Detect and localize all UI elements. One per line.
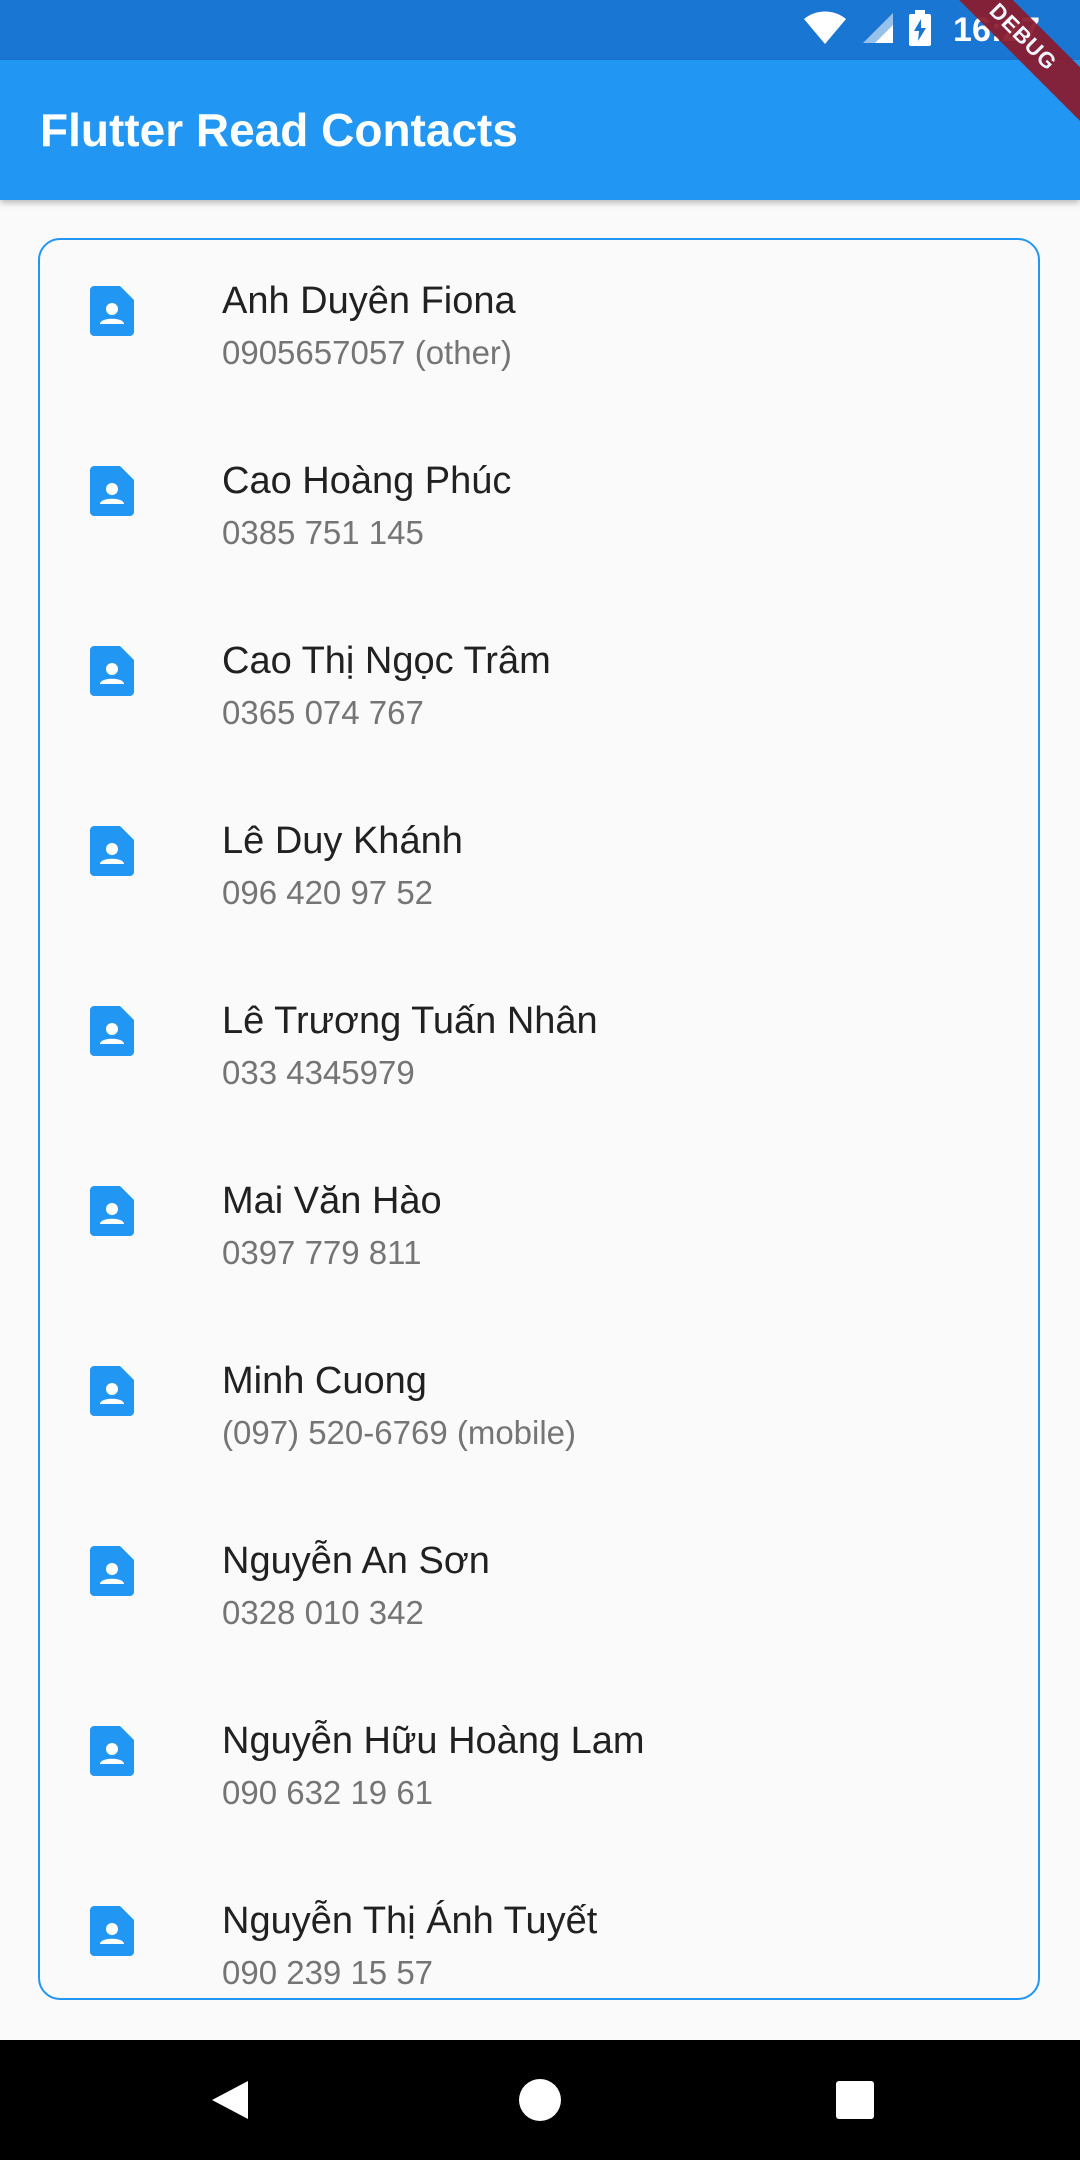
contact-phone: 090 239 15 57 [222, 1954, 434, 1991]
back-icon [212, 2081, 248, 2119]
contact-list-item[interactable]: Nguyễn Hữu Hoàng Lam 090 632 19 61 [40, 1680, 1038, 1860]
contact-name: Nguyễn An Sơn [222, 1540, 490, 1582]
contact-phone: 096 420 97 52 [222, 874, 434, 911]
page-title: Flutter Read Contacts [40, 104, 518, 156]
recents-icon [836, 2081, 874, 2119]
contact-phone: (097) 520-6769 (mobile) [222, 1414, 577, 1451]
battery-charging-icon [909, 9, 932, 51]
contact-list-item[interactable]: Cao Hoàng Phúc 0385 751 145 [40, 420, 1038, 600]
recents-button[interactable] [815, 2040, 895, 2160]
contacts-list[interactable]: Anh Duyên Fiona 0905657057 (other) Cao Hoà… [38, 238, 1040, 2000]
contact-list-item[interactable]: Nguyễn An Sơn 0328 010 342 [40, 1500, 1038, 1680]
wifi-icon [803, 11, 847, 50]
home-icon [519, 2079, 561, 2121]
contact-card-icon [90, 1906, 134, 1956]
back-button[interactable] [190, 2040, 270, 2160]
contact-name: Lê Duy Khánh [222, 820, 463, 862]
contact-list-item[interactable]: Mai Văn Hào 0397 779 811 [40, 1140, 1038, 1320]
contact-name: Cao Hoàng Phúc [222, 460, 512, 502]
contact-name: Mai Văn Hào [222, 1180, 442, 1222]
contact-card-icon [90, 1366, 134, 1416]
contact-card-icon [90, 1186, 134, 1236]
cell-signal-icon [861, 11, 895, 50]
home-button[interactable] [500, 2040, 580, 2160]
contact-phone: 0905657057 (other) [222, 334, 512, 371]
contact-card-icon [90, 1726, 134, 1776]
contact-name: Anh Duyên Fiona [222, 280, 516, 322]
contact-name: Lê Trương Tuấn Nhân [222, 1000, 598, 1042]
contact-list-item[interactable]: Nguyễn Thị Ánh Tuyết 090 239 15 57 [40, 1860, 1038, 1998]
contact-card-icon [90, 646, 134, 696]
contact-phone: 0397 779 811 [222, 1234, 422, 1271]
contact-name: Nguyễn Hữu Hoàng Lam [222, 1720, 645, 1762]
contact-card-icon [90, 466, 134, 516]
contact-card-icon [90, 1546, 134, 1596]
contact-list-item[interactable]: Lê Duy Khánh 096 420 97 52 [40, 780, 1038, 960]
contact-list-item[interactable]: Anh Duyên Fiona 0905657057 (other) [40, 240, 1038, 420]
app-bar: Flutter Read Contacts [0, 60, 1080, 200]
contact-name: Minh Cuong [222, 1360, 427, 1402]
navigation-bar [0, 2040, 1080, 2160]
contact-phone: 033 4345979 [222, 1054, 415, 1091]
contact-card-icon [90, 1006, 134, 1056]
contact-card-icon [90, 286, 134, 336]
contact-phone: 0365 074 767 [222, 694, 424, 731]
contact-list-item[interactable]: Cao Thị Ngọc Trâm 0365 074 767 [40, 600, 1038, 780]
contact-phone: 0385 751 145 [222, 514, 424, 551]
contact-phone: 090 632 19 61 [222, 1774, 434, 1811]
contact-list-item[interactable]: Lê Trương Tuấn Nhân 033 4345979 [40, 960, 1038, 1140]
contact-list-item[interactable]: Minh Cuong (097) 520-6769 (mobile) [40, 1320, 1038, 1500]
status-bar: 16:27 [0, 0, 1080, 60]
contact-name: Nguyễn Thị Ánh Tuyết [222, 1900, 598, 1942]
contact-phone: 0328 010 342 [222, 1594, 424, 1631]
contact-card-icon [90, 826, 134, 876]
contact-name: Cao Thị Ngọc Trâm [222, 640, 551, 682]
